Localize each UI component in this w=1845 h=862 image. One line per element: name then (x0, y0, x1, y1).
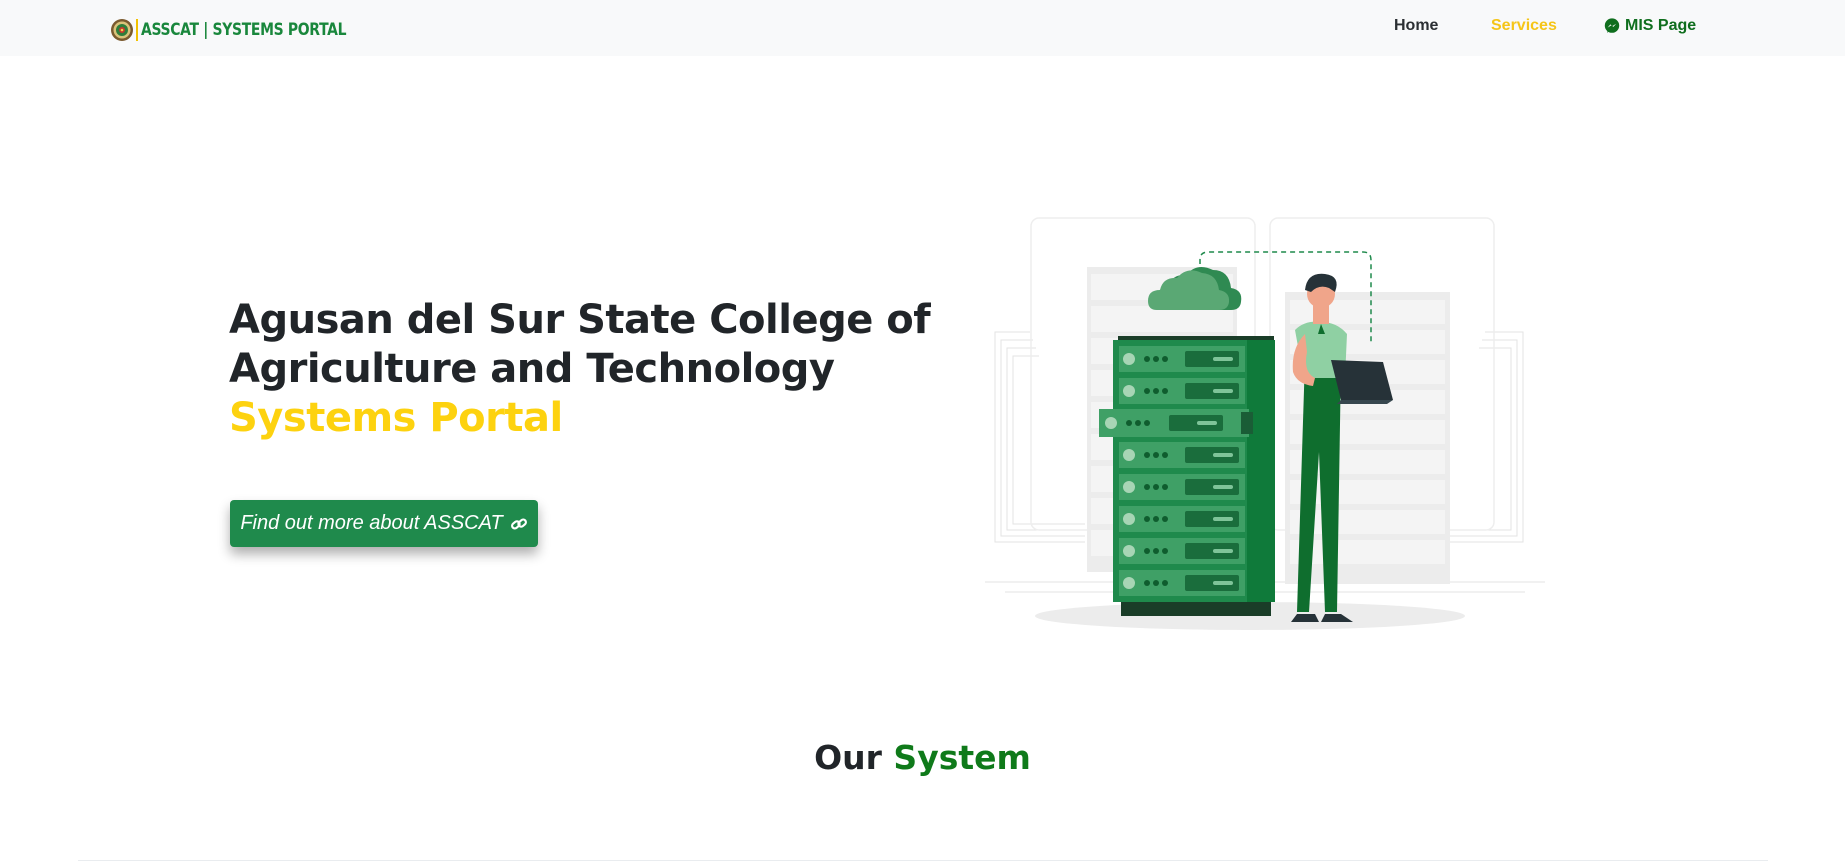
messenger-icon (1604, 18, 1620, 33)
section-divider (78, 860, 1768, 861)
brand-title: ASSCAT | SYSTEMS PORTAL (141, 20, 347, 40)
nav-mis-page-link[interactable]: MIS Page (1604, 17, 1696, 35)
nav-mis-page-label: MIS Page (1625, 17, 1697, 34)
section-title-part-1: Our (814, 738, 882, 777)
hero-title-line-1: Agusan del Sur State College of (229, 297, 931, 343)
hero-title: Agusan del Sur State College of Agricult… (229, 296, 931, 443)
find-out-more-label: Find out more about ASSCAT (240, 512, 503, 534)
nav-home-link[interactable]: Home (1394, 17, 1438, 35)
college-seal-icon (111, 19, 133, 41)
server-illustration (985, 217, 1545, 630)
main-server-rack (1099, 336, 1275, 616)
hero-title-line-2: Agriculture and Technology (229, 346, 835, 392)
section-title: Our System (0, 738, 1845, 777)
hero-title-accent: Systems Portal (229, 395, 563, 441)
section-title-part-2: System (893, 738, 1031, 777)
find-out-more-button[interactable]: Find out more about ASSCAT (230, 500, 538, 547)
nav-services-link[interactable]: Services (1491, 17, 1557, 35)
navbar: ASSCAT | SYSTEMS PORTAL Home Services MI… (0, 0, 1845, 56)
brand-logo[interactable]: ASSCAT | SYSTEMS PORTAL (110, 17, 391, 43)
brand-divider (136, 19, 138, 41)
link-icon (510, 517, 527, 530)
